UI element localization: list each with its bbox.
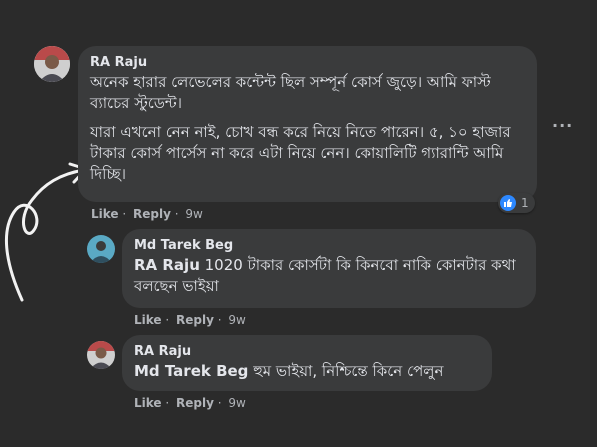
like-icon — [500, 195, 516, 211]
comment-time[interactable]: 9w — [228, 313, 245, 327]
mention-link[interactable]: Md Tarek Beg — [134, 362, 248, 380]
reply-link[interactable]: Reply — [176, 313, 214, 327]
comment-actions: Like · Reply · 9w — [134, 313, 246, 327]
more-options-icon[interactable]: ··· — [552, 116, 573, 135]
comment-bubble: RA Raju Md Tarek Beg হুম ভাইয়া, নিশ্চিন… — [122, 335, 492, 391]
avatar[interactable] — [87, 235, 115, 263]
comment-author[interactable]: Md Tarek Beg — [134, 238, 524, 253]
comment-bubble: RA Raju অনেক হারার লেভেলের কন্টেন্ট ছিল … — [78, 46, 537, 202]
comment-text: Md Tarek Beg হুম ভাইয়া, নিশ্চিন্তে কিনে… — [134, 362, 444, 380]
reply-link[interactable]: Reply — [133, 207, 171, 221]
mention-link[interactable]: RA Raju — [134, 256, 200, 274]
comment-text: অনেক হারার লেভেলের কন্টেন্ট ছিল সম্পূর্ন… — [90, 73, 491, 112]
comment-actions: Like · Reply · 9w — [91, 207, 203, 221]
avatar[interactable] — [87, 341, 115, 369]
reaction-badge[interactable]: 1 — [498, 193, 535, 213]
comment-actions: Like · Reply · 9w — [134, 396, 246, 410]
reply-link[interactable]: Reply — [176, 396, 214, 410]
avatar[interactable] — [34, 46, 70, 82]
like-link[interactable]: Like — [134, 313, 162, 327]
comment-author[interactable]: RA Raju — [90, 55, 525, 70]
comment-text: RA Raju 1020 টাকার কোর্সটা কি কিনবো নাকি… — [134, 256, 516, 295]
comment-bubble: Md Tarek Beg RA Raju 1020 টাকার কোর্সটা … — [122, 229, 536, 308]
reaction-count: 1 — [521, 196, 529, 210]
comment-text: যারা এখনো নেন নাই, চোখ বন্ধ করে নিয়ে নি… — [90, 123, 511, 183]
like-link[interactable]: Like — [91, 207, 119, 221]
comment-time[interactable]: 9w — [185, 207, 202, 221]
like-link[interactable]: Like — [134, 396, 162, 410]
comment-time[interactable]: 9w — [228, 396, 245, 410]
comment-author[interactable]: RA Raju — [134, 344, 480, 359]
